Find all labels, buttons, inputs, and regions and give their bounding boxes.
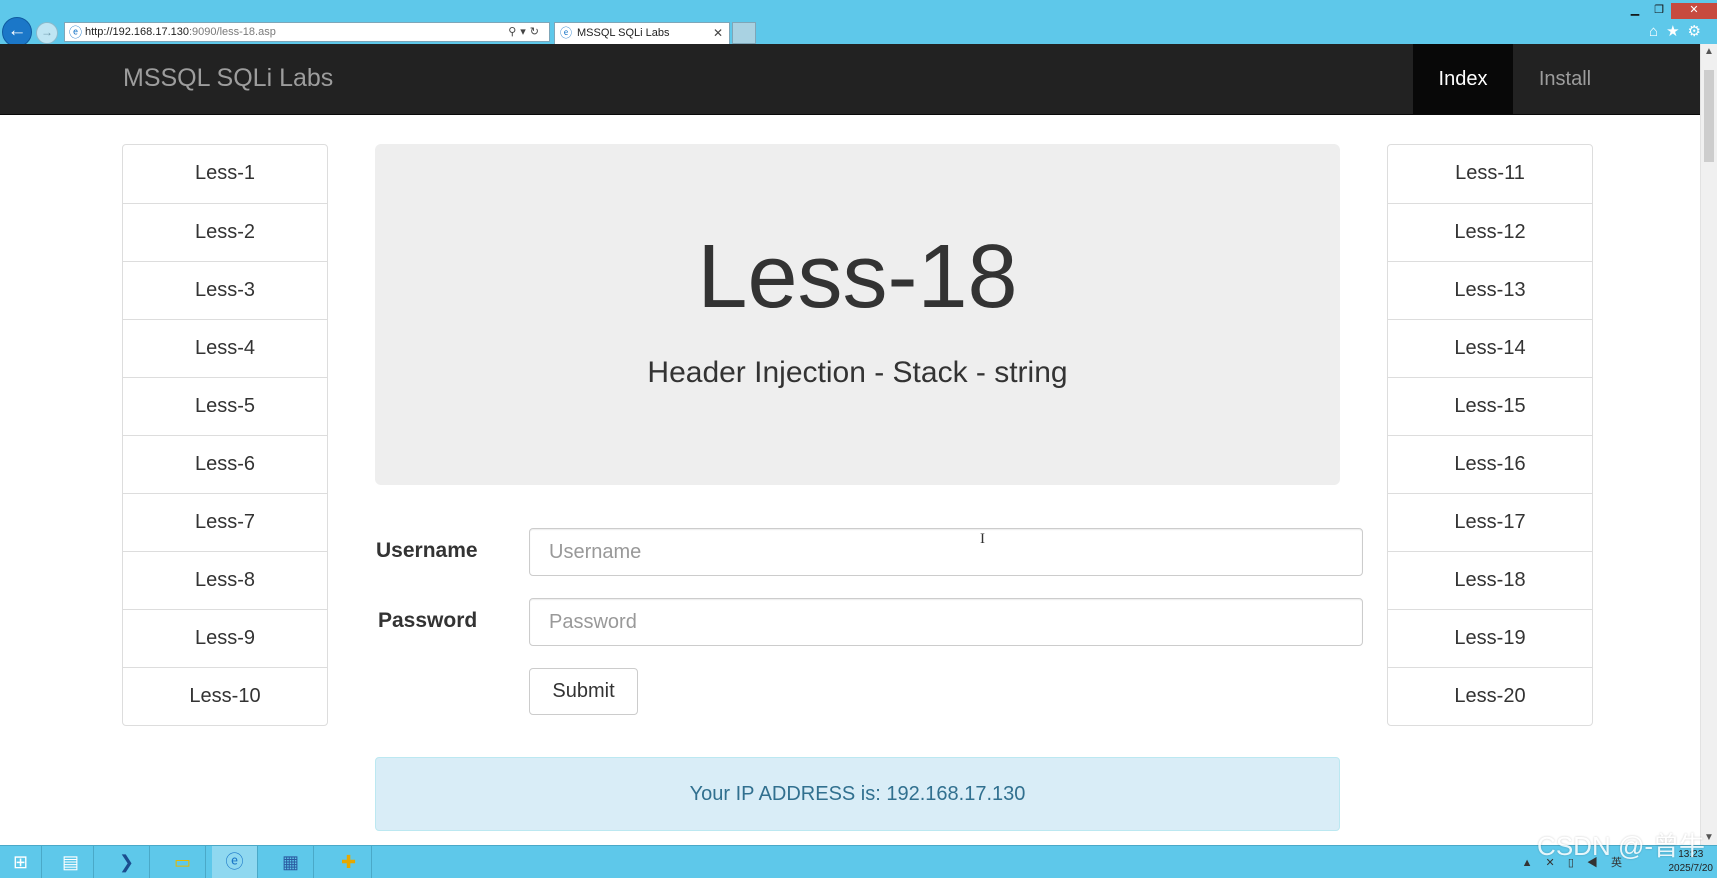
app-tool-icon[interactable]: ▦ xyxy=(268,846,314,878)
ie-tab-icon: ⓔ xyxy=(560,26,573,40)
browser-chrome: ← → ⓔ http://192.168.17.130:9090/less-18… xyxy=(0,0,1717,47)
gear-icon[interactable]: ⚙ xyxy=(1688,23,1709,40)
taskbar: ⊞ ▤ ❯ ▭ ⓔ ▦ ✚ ▲ ✕ ▯ ◀ 英 13:23 2025/7/20 xyxy=(0,845,1717,878)
forward-button[interactable]: → xyxy=(36,22,58,44)
lesson-link[interactable]: Less-6 xyxy=(123,435,327,493)
submit-button[interactable]: Submit xyxy=(529,668,638,715)
lesson-link[interactable]: Less-4 xyxy=(123,319,327,377)
address-bar[interactable]: ⓔ http://192.168.17.130:9090/less-18.asp… xyxy=(64,22,550,42)
username-label: Username xyxy=(376,539,478,562)
lesson-link[interactable]: Less-19 xyxy=(1388,609,1592,667)
lesson-link[interactable]: Less-14 xyxy=(1388,319,1592,377)
app-tool-icon[interactable]: ✚ xyxy=(326,846,372,878)
restore-icon[interactable]: ❐ xyxy=(1647,3,1671,19)
scroll-up-icon[interactable]: ▲ xyxy=(1704,46,1714,57)
lesson-link[interactable]: Less-10 xyxy=(123,667,327,725)
lesson-link[interactable]: Less-5 xyxy=(123,377,327,435)
lesson-link[interactable]: Less-15 xyxy=(1388,377,1592,435)
home-icon[interactable]: ⌂ xyxy=(1649,23,1666,40)
lesson-link[interactable]: Less-17 xyxy=(1388,493,1592,551)
server-manager-icon[interactable]: ▤ xyxy=(48,846,94,878)
windows-start-icon[interactable]: ⊞ xyxy=(0,846,42,878)
lesson-title: Less-18 xyxy=(697,227,1018,327)
powershell-icon[interactable]: ❯ xyxy=(104,846,150,878)
top-navbar: MSSQL SQLi Labs Index Install xyxy=(0,44,1700,115)
password-input[interactable] xyxy=(529,598,1363,646)
new-tab-button[interactable] xyxy=(732,22,756,44)
browser-toolbar-icons: ⌂★⚙ xyxy=(1649,22,1709,40)
lesson-link[interactable]: Less-2 xyxy=(123,203,327,261)
ip-address-alert: Your IP ADDRESS is: 192.168.17.130 xyxy=(375,757,1340,831)
brand-link[interactable]: MSSQL SQLi Labs xyxy=(123,64,333,93)
lesson-link[interactable]: Less-8 xyxy=(123,551,327,609)
lesson-header-panel: Less-18 Header Injection - Stack - strin… xyxy=(375,144,1340,485)
clock-date: 2025/7/20 xyxy=(1668,863,1714,874)
browser-tab[interactable]: ⓔ MSSQL SQLi Labs ✕ xyxy=(554,22,730,44)
window-controls: ▁ ❐ ✕ xyxy=(1623,0,1717,19)
text-cursor-icon: I xyxy=(980,531,985,547)
lesson-link[interactable]: Less-13 xyxy=(1388,261,1592,319)
lesson-link[interactable]: Less-12 xyxy=(1388,203,1592,261)
csdn-watermark: CSDN @-曾牛 xyxy=(1537,831,1705,861)
vertical-scrollbar[interactable]: ▲ ▼ xyxy=(1700,44,1717,845)
lesson-list-right: Less-11 Less-12 Less-13 Less-14 Less-15 … xyxy=(1387,144,1593,726)
lesson-link[interactable]: Less-11 xyxy=(1388,145,1592,203)
password-label: Password xyxy=(378,609,478,632)
internet-explorer-icon[interactable]: ⓔ xyxy=(212,846,258,878)
nav-install-link[interactable]: Install xyxy=(1513,44,1617,114)
tab-title: MSSQL SQLi Labs xyxy=(577,27,670,39)
close-window-icon[interactable]: ✕ xyxy=(1671,3,1717,19)
lesson-link[interactable]: Less-18 xyxy=(1388,551,1592,609)
lesson-subtitle: Header Injection - Stack - string xyxy=(647,356,1068,389)
address-url: http://192.168.17.130:9090/less-18.asp xyxy=(85,26,276,38)
back-button[interactable]: ← xyxy=(2,17,32,47)
lesson-link[interactable]: Less-7 xyxy=(123,493,327,551)
address-tools-icon[interactable]: ⚲▾↻ xyxy=(508,23,543,41)
lesson-link[interactable]: Less-3 xyxy=(123,261,327,319)
lesson-link[interactable]: Less-1 xyxy=(123,145,327,203)
lesson-link[interactable]: Less-20 xyxy=(1388,667,1592,725)
favorites-star-icon[interactable]: ★ xyxy=(1666,23,1687,40)
ie-page-icon: ⓔ xyxy=(69,25,83,40)
lesson-list-left: Less-1 Less-2 Less-3 Less-4 Less-5 Less-… xyxy=(122,144,328,726)
nav-index-link[interactable]: Index xyxy=(1413,44,1513,114)
minimize-icon[interactable]: ▁ xyxy=(1623,3,1647,19)
scroll-thumb[interactable] xyxy=(1704,70,1714,162)
lesson-link[interactable]: Less-16 xyxy=(1388,435,1592,493)
file-explorer-icon[interactable]: ▭ xyxy=(160,846,206,878)
username-input[interactable] xyxy=(529,528,1363,576)
tab-close-icon[interactable]: ✕ xyxy=(713,23,723,43)
lesson-link[interactable]: Less-9 xyxy=(123,609,327,667)
scroll-down-icon[interactable]: ▼ xyxy=(1704,832,1714,843)
